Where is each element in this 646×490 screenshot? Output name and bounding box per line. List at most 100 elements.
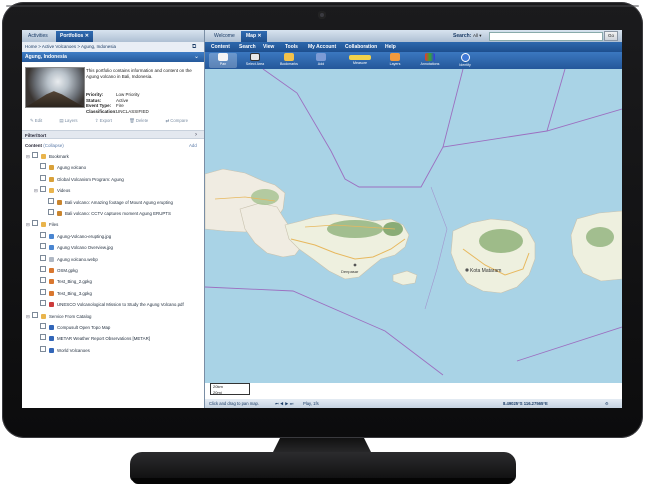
tree-item[interactable]: ⊟ Files <box>26 220 58 229</box>
checkbox[interactable] <box>40 266 46 272</box>
checkbox[interactable] <box>40 323 46 329</box>
checkbox[interactable] <box>40 186 46 193</box>
checkbox[interactable] <box>32 152 38 158</box>
pan-tool[interactable]: Pan <box>209 53 237 68</box>
checkbox[interactable] <box>40 300 46 307</box>
chevron-down-icon[interactable]: ⌄ <box>194 53 199 61</box>
breadcrumb[interactable]: Home > Active Volcanoes > Agung, Indones… <box>22 42 204 52</box>
tree-item-label: Files <box>49 222 59 228</box>
menu-my-account[interactable]: My Account <box>308 42 336 52</box>
expand-toggle-icon[interactable]: ⊟ <box>26 220 30 229</box>
export-button[interactable]: ⇪ Export <box>95 118 120 123</box>
popout-icon[interactable]: ⧉ <box>192 43 200 51</box>
checkbox[interactable] <box>40 254 46 261</box>
tree-item[interactable]: ⊟ Videos <box>34 186 70 195</box>
checkbox[interactable] <box>40 345 46 352</box>
tree-item[interactable]: Agung-Volcano-erupting.jpg <box>34 231 112 241</box>
coordinates-readout: 8.49025°S 116.27565°E <box>503 401 548 406</box>
identify-tool[interactable]: Identify <box>451 53 479 68</box>
tree-item[interactable]: Bali volcano: Amazing footage of Mount A… <box>42 197 173 207</box>
settings-icon[interactable]: ⚙ <box>605 399 609 408</box>
tab-activities[interactable]: Activities <box>24 31 52 42</box>
annotations-tool[interactable]: Annotations <box>413 53 447 68</box>
tree-item[interactable]: Agung Volcano Overview.jpg <box>34 243 113 252</box>
bookmark-icon <box>49 165 54 171</box>
tree-item[interactable]: Test_Bing_3.gpkg <box>34 288 92 298</box>
map-tab-bar: Welcome Map ✕ Search: All ▾ Go <box>205 30 622 42</box>
file-icon <box>49 256 54 262</box>
volcano-thumbnail[interactable] <box>25 67 85 108</box>
menu-help[interactable]: Help <box>385 42 396 52</box>
checkbox[interactable] <box>40 174 46 181</box>
checkbox[interactable] <box>40 231 46 238</box>
search-scope-select[interactable]: All ▾ <box>473 32 487 40</box>
tree-item[interactable]: Compusult Open Topo Map <box>34 323 110 332</box>
checkbox[interactable] <box>48 197 54 204</box>
checkbox[interactable] <box>40 288 46 295</box>
image-icon <box>49 233 54 239</box>
close-icon[interactable]: ✕ <box>257 33 261 39</box>
portfolio-meta: Priority: Low Priority Status: Active Even… <box>86 92 149 114</box>
measure-tool[interactable]: Measure <box>343 53 377 68</box>
delete-button[interactable]: 🗑 Delete <box>129 118 156 123</box>
tab-map-label: Map <box>246 33 256 39</box>
volcano-thumbnail-mountain <box>26 91 84 107</box>
checkbox[interactable] <box>40 243 46 250</box>
add-icon <box>316 53 326 61</box>
map-canvas[interactable]: Kota Mataram Denpasar <box>205 69 622 383</box>
layer-icon <box>49 290 54 296</box>
playback-controls[interactable]: ⏮ ◀ ▶ ⏭ <box>275 399 294 408</box>
screen: Activities Portfolios ✕ Home > Active Vo… <box>22 30 622 408</box>
tree-item[interactable]: METAR Weather Report Observations [METAR… <box>34 334 150 343</box>
tree-item-label: Agung-Volcano-erupting.jpg <box>57 233 112 239</box>
tree-item[interactable]: Test_Bing_2.gpkg <box>34 277 92 286</box>
expand-toggle-icon[interactable]: ⊟ <box>26 152 30 161</box>
checkbox[interactable] <box>40 163 46 170</box>
menu-content[interactable]: Content <box>211 42 230 52</box>
menu-view[interactable]: View <box>263 42 274 52</box>
tree-item[interactable]: UNESCO Volcanological Mission to Study t… <box>34 300 184 309</box>
close-icon[interactable]: ✕ <box>85 33 89 39</box>
tree-item[interactable]: Bali volcano: CCTV captures moment Agung… <box>42 209 171 218</box>
tab-welcome[interactable]: Welcome <box>209 31 240 42</box>
tree-item[interactable]: OSM.gpkg <box>34 266 78 275</box>
select-area-tool[interactable]: Select Area <box>241 53 269 68</box>
meta-value: Low Priority <box>116 92 140 97</box>
add-link[interactable]: Add <box>189 142 197 150</box>
checkbox[interactable] <box>32 220 38 227</box>
tab-map[interactable]: Map ✕ <box>241 31 267 42</box>
search-input[interactable] <box>489 32 603 41</box>
bezel-highlight <box>6 5 639 7</box>
tree-item[interactable]: World Volcanoes <box>34 345 90 355</box>
layers-tool[interactable]: Layers <box>381 53 409 68</box>
expand-toggle-icon[interactable]: ⊟ <box>26 312 30 321</box>
collapse-link[interactable]: (Collapse) <box>43 143 64 148</box>
layers-button[interactable]: ▤ Layers <box>59 118 85 123</box>
tab-portfolios[interactable]: Portfolios ✕ <box>56 31 93 42</box>
menu-search[interactable]: Search <box>239 42 256 52</box>
add-tool[interactable]: Add <box>307 53 335 68</box>
bookmarks-tool[interactable]: Bookmarks <box>275 53 303 68</box>
edit-button[interactable]: ✎ Edit <box>30 118 50 123</box>
tree-item-label: Test_Bing_3.gpkg <box>57 290 92 296</box>
tree-item[interactable]: Global Volcanism Program: Agung <box>34 174 124 184</box>
tree-item[interactable]: ⊟ Service From Catalog <box>26 311 91 321</box>
expand-toggle-icon[interactable]: ⊟ <box>34 186 38 195</box>
compare-button[interactable]: ⇄ Compare <box>165 118 195 123</box>
checkbox[interactable] <box>48 209 54 215</box>
menu-tools[interactable]: Tools <box>285 42 298 52</box>
tree-item[interactable]: Agung volcano.webp <box>34 254 98 264</box>
chevron-right-icon[interactable]: › <box>195 131 197 139</box>
layer-icon <box>49 268 54 273</box>
tool-label: Select Area <box>245 62 265 66</box>
search-go-button[interactable]: Go <box>604 31 618 41</box>
checkbox[interactable] <box>32 311 38 318</box>
checkbox[interactable] <box>40 277 46 284</box>
filter-sort-bar[interactable]: Filter/Sort <box>22 130 204 139</box>
menu-collaboration[interactable]: Collaboration <box>345 42 377 52</box>
tree-item[interactable]: Agung volcano <box>34 163 86 172</box>
meta-value: Active <box>116 97 129 103</box>
tree-item[interactable]: ⊟ Bookmark <box>26 152 69 161</box>
status-hint: Click and drag to pan map. <box>209 401 260 406</box>
checkbox[interactable] <box>40 334 46 341</box>
